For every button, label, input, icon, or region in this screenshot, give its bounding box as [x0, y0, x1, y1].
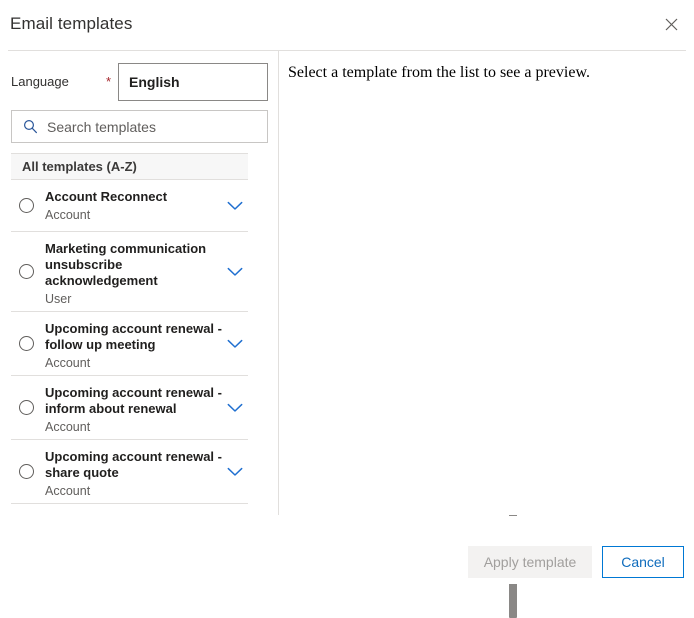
template-list[interactable]: Account Reconnect Account Marketing commun… [11, 180, 248, 506]
template-list-item[interactable]: Upcoming account renewal - inform about … [11, 376, 248, 440]
template-radio[interactable] [19, 400, 34, 415]
template-item-subtitle: Account [45, 208, 91, 222]
dialog-footer: Apply template Cancel [0, 516, 694, 584]
template-item-title: Upcoming account renewal - share quote [45, 449, 222, 480]
chevron-down-icon[interactable] [222, 267, 248, 277]
template-item-title: Account Reconnect [45, 189, 168, 204]
preview-empty-message: Select a template from the list to see a… [288, 64, 590, 81]
language-value: English [129, 74, 180, 90]
template-item-subtitle: Account [45, 356, 91, 370]
template-item-text: Upcoming account renewal - follow up mee… [45, 312, 222, 371]
apply-template-button[interactable]: Apply template [468, 546, 592, 578]
close-button[interactable] [656, 10, 686, 38]
template-list-item[interactable]: Upcoming account renewal - share quote Ac… [11, 440, 248, 504]
template-item-text: Upcoming account renewal - share quote Ac… [45, 440, 222, 499]
list-group-header: All templates (A-Z) [11, 153, 248, 180]
template-list-item[interactable]: Marketing communication unsubscribe ackn… [11, 232, 248, 312]
template-item-subtitle: User [45, 292, 72, 306]
close-icon [665, 18, 678, 31]
template-radio[interactable] [19, 198, 34, 213]
cancel-button[interactable]: Cancel [602, 546, 684, 578]
chevron-down-icon[interactable] [222, 467, 248, 477]
template-radio[interactable] [19, 336, 34, 351]
search-input[interactable] [47, 118, 247, 135]
list-scrollbar-track[interactable] [254, 206, 517, 618]
language-field[interactable]: English [118, 63, 268, 101]
chevron-down-icon[interactable] [222, 403, 248, 413]
preview-panel: Select a template from the list to see a… [279, 51, 694, 515]
template-item-subtitle: Account [45, 484, 91, 498]
chevron-down-icon[interactable] [222, 339, 248, 349]
required-indicator: * [106, 74, 112, 89]
language-label: Language [11, 74, 69, 89]
template-item-title: Marketing communication unsubscribe ackn… [45, 241, 207, 288]
template-item-text: Account Reconnect Account [45, 180, 222, 223]
chevron-down-icon[interactable] [222, 201, 248, 211]
template-item-title: Upcoming account renewal - follow up mee… [45, 321, 222, 352]
template-radio[interactable] [19, 464, 34, 479]
search-box[interactable] [11, 110, 268, 143]
page-title: Email templates [10, 14, 133, 33]
template-list-item[interactable]: Account Reconnect Account [11, 180, 248, 232]
template-item-subtitle: Account [45, 420, 91, 434]
template-radio[interactable] [19, 264, 34, 279]
template-list-item[interactable]: Upcoming account renewal - follow up mee… [11, 312, 248, 376]
template-item-title: Upcoming account renewal - inform about … [45, 385, 222, 416]
list-group-header-label: All templates (A-Z) [22, 159, 137, 174]
template-item-text: Upcoming account renewal - inform about … [45, 376, 222, 435]
language-row: Language * English [0, 63, 278, 101]
template-item-text: Marketing communication unsubscribe ackn… [45, 232, 222, 307]
template-picker-panel: Language * English All templates (A-Z) A… [0, 51, 517, 618]
search-icon [23, 119, 38, 134]
dialog-header: Email templates [0, 0, 694, 50]
